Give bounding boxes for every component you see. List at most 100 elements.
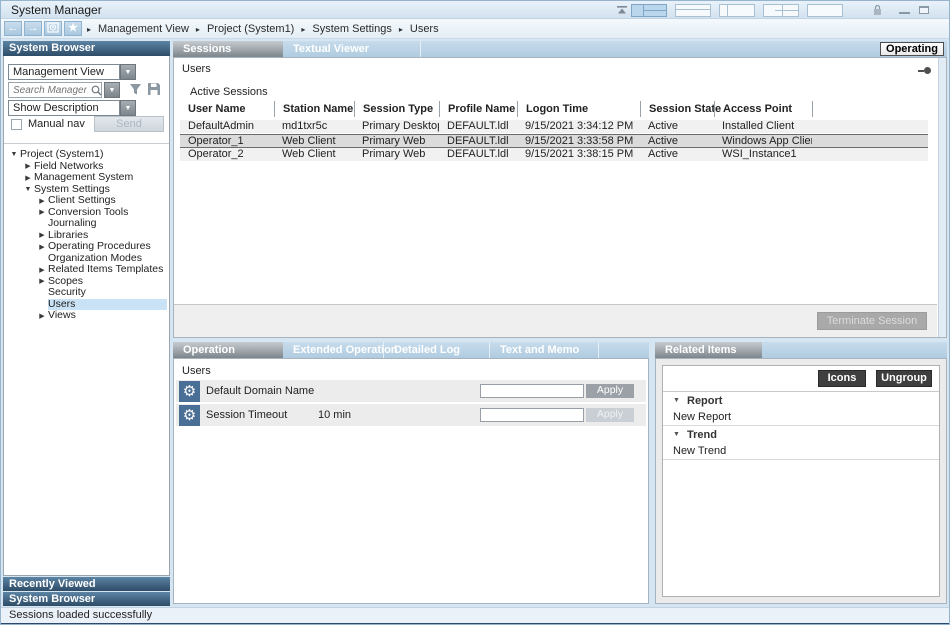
tree-item-journaling[interactable]: Journaling bbox=[4, 218, 167, 230]
column-session-type[interactable]: Session Type bbox=[354, 101, 439, 117]
system-browser-panel: Management View ▼ ▼ Show Description ▼ M… bbox=[3, 56, 170, 576]
tree-item-views[interactable]: Views bbox=[4, 310, 167, 322]
terminate-session-button[interactable]: Terminate Session bbox=[817, 312, 927, 330]
session-timeout-row: ⚙ Session Timeout 10 min Apply bbox=[176, 404, 646, 426]
column-profile-name[interactable]: Profile Name bbox=[439, 101, 517, 117]
column-session-state[interactable]: Session State bbox=[640, 101, 714, 117]
layout-preset-5-button[interactable] bbox=[807, 4, 843, 17]
tree-item-security[interactable]: Security bbox=[4, 287, 167, 299]
manual-nav-checkbox[interactable] bbox=[11, 119, 22, 130]
tab-sessions[interactable]: Sessions bbox=[173, 41, 283, 57]
search-icon bbox=[91, 85, 102, 96]
related-item-new-trend[interactable]: New Trend bbox=[663, 443, 939, 460]
tab-textual-viewer[interactable]: Textual Viewer bbox=[283, 41, 421, 57]
system-browser-tree: Project (System1) Field Networks Managem… bbox=[4, 149, 167, 322]
active-sessions-label: Active Sessions bbox=[190, 86, 268, 98]
collapse-arrow-icon[interactable] bbox=[36, 197, 48, 205]
description-mode-select[interactable]: Show Description bbox=[8, 100, 120, 116]
related-item-new-report[interactable]: New Report bbox=[663, 409, 939, 426]
send-button[interactable]: Send bbox=[94, 116, 164, 132]
collapse-arrow-icon[interactable] bbox=[36, 231, 48, 239]
vertical-scrollbar[interactable] bbox=[938, 58, 946, 337]
breadcrumb-users[interactable]: Users bbox=[410, 23, 439, 35]
related-group-report[interactable]: ▼ Report bbox=[663, 392, 939, 409]
navigation-toolbar: ← → ★ ▸ Management View ▸ Project (Syste… bbox=[1, 19, 949, 39]
forward-button[interactable]: → bbox=[24, 21, 42, 36]
session-row-operator-1[interactable]: Operator_1 Web Client Primary Web DEFAUL… bbox=[180, 134, 928, 148]
search-input[interactable] bbox=[8, 82, 102, 98]
breadcrumb-project[interactable]: Project (System1) bbox=[207, 23, 294, 35]
tree-item-operating-procedures[interactable]: Operating Procedures bbox=[4, 241, 167, 253]
tree-item-management-system[interactable]: Management System bbox=[4, 172, 167, 184]
sessions-table-header: User Name Station Name Session Type Prof… bbox=[180, 101, 928, 117]
operation-value: 10 min bbox=[318, 409, 480, 421]
expand-arrow-icon[interactable] bbox=[8, 151, 20, 158]
operation-label: Session Timeout bbox=[206, 409, 318, 421]
layout-preset-4-button[interactable] bbox=[763, 4, 799, 17]
tab-operation[interactable]: Operation bbox=[173, 342, 283, 358]
operating-button[interactable]: Operating bbox=[880, 42, 944, 56]
favorites-star-icon[interactable]: ★ bbox=[64, 21, 82, 36]
breadcrumb-arrow-icon: ▸ bbox=[87, 25, 91, 34]
layout-preset-buttons bbox=[631, 4, 843, 17]
minimize-button[interactable] bbox=[899, 11, 910, 14]
collapse-arrow-icon[interactable] bbox=[36, 277, 48, 285]
expand-arrow-icon[interactable]: ▼ bbox=[673, 431, 687, 438]
collapse-arrow-icon[interactable] bbox=[22, 162, 34, 170]
description-dropdown-arrow-icon[interactable]: ▼ bbox=[120, 100, 136, 116]
view-mode-dropdown-arrow-icon[interactable]: ▼ bbox=[120, 64, 136, 80]
tree-item-project[interactable]: Project (System1) bbox=[4, 149, 167, 161]
collapse-arrow-icon[interactable] bbox=[36, 243, 48, 251]
session-row-defaultadmin[interactable]: DefaultAdmin md1txr5c Primary Desktop DE… bbox=[180, 120, 928, 134]
filter-icon[interactable] bbox=[129, 83, 142, 96]
title-bar: System Manager bbox=[1, 1, 949, 19]
related-group-trend[interactable]: ▼ Trend bbox=[663, 426, 939, 443]
breadcrumb: ▸ Management View ▸ Project (System1) ▸ … bbox=[87, 23, 439, 35]
tab-text-and-memo[interactable]: Text and Memo bbox=[490, 342, 599, 358]
lock-icon[interactable] bbox=[873, 5, 882, 16]
collapse-arrow-icon[interactable] bbox=[36, 312, 48, 320]
tab-related-items[interactable]: Related Items bbox=[655, 342, 762, 358]
session-timeout-input[interactable] bbox=[480, 408, 584, 422]
breadcrumb-management-view[interactable]: Management View bbox=[98, 23, 189, 35]
expand-arrow-icon[interactable] bbox=[22, 186, 34, 193]
tree-item-users[interactable]: Users bbox=[4, 299, 167, 311]
system-browser-bar[interactable]: System Browser bbox=[3, 592, 170, 606]
recently-viewed-bar[interactable]: Recently Viewed bbox=[3, 577, 170, 591]
sessions-footer: Terminate Session bbox=[174, 304, 937, 337]
breadcrumb-arrow-icon: ▸ bbox=[196, 25, 200, 34]
sessions-pane: Users Active Sessions User Name Station … bbox=[173, 57, 947, 338]
history-icon[interactable] bbox=[44, 21, 62, 36]
layout-preset-2-button[interactable] bbox=[675, 4, 711, 17]
restore-button[interactable] bbox=[919, 6, 929, 14]
tab-detailed-log[interactable]: Detailed Log bbox=[384, 342, 490, 358]
divider bbox=[4, 143, 169, 144]
expand-arrow-icon[interactable]: ▼ bbox=[673, 397, 687, 404]
search-dropdown-arrow-icon[interactable]: ▼ bbox=[104, 82, 120, 98]
column-access-point[interactable]: Access Point bbox=[714, 101, 812, 117]
tree-item-related-items-templates[interactable]: Related Items Templates bbox=[4, 264, 167, 276]
collapse-panes-icon[interactable] bbox=[616, 5, 628, 15]
gear-icon: ⚙ bbox=[179, 405, 200, 426]
save-icon[interactable] bbox=[147, 82, 161, 96]
tree-item-client-settings[interactable]: Client Settings bbox=[4, 195, 167, 207]
apply-button[interactable]: Apply bbox=[586, 384, 634, 398]
collapse-arrow-icon[interactable] bbox=[22, 174, 34, 182]
ungroup-button[interactable]: Ungroup bbox=[876, 370, 932, 387]
back-button[interactable]: ← bbox=[4, 21, 22, 36]
tab-extended-operation[interactable]: Extended Operation bbox=[283, 342, 384, 358]
column-station-name[interactable]: Station Name bbox=[274, 101, 354, 117]
apply-button-disabled[interactable]: Apply bbox=[586, 408, 634, 422]
breadcrumb-system-settings[interactable]: System Settings bbox=[312, 23, 391, 35]
column-user-name[interactable]: User Name bbox=[180, 101, 274, 117]
pin-icon[interactable] bbox=[918, 67, 932, 74]
default-domain-input[interactable] bbox=[480, 384, 584, 398]
layout-preset-3-button[interactable] bbox=[719, 4, 755, 17]
icons-button[interactable]: Icons bbox=[818, 370, 866, 387]
session-row-operator-2[interactable]: Operator_2 Web Client Primary Web DEFAUL… bbox=[180, 148, 928, 162]
layout-preset-1-button[interactable] bbox=[631, 4, 667, 17]
collapse-arrow-icon[interactable] bbox=[36, 208, 48, 216]
view-mode-select[interactable]: Management View bbox=[8, 64, 120, 80]
collapse-arrow-icon[interactable] bbox=[36, 266, 48, 274]
column-logon-time[interactable]: Logon Time bbox=[517, 101, 640, 117]
